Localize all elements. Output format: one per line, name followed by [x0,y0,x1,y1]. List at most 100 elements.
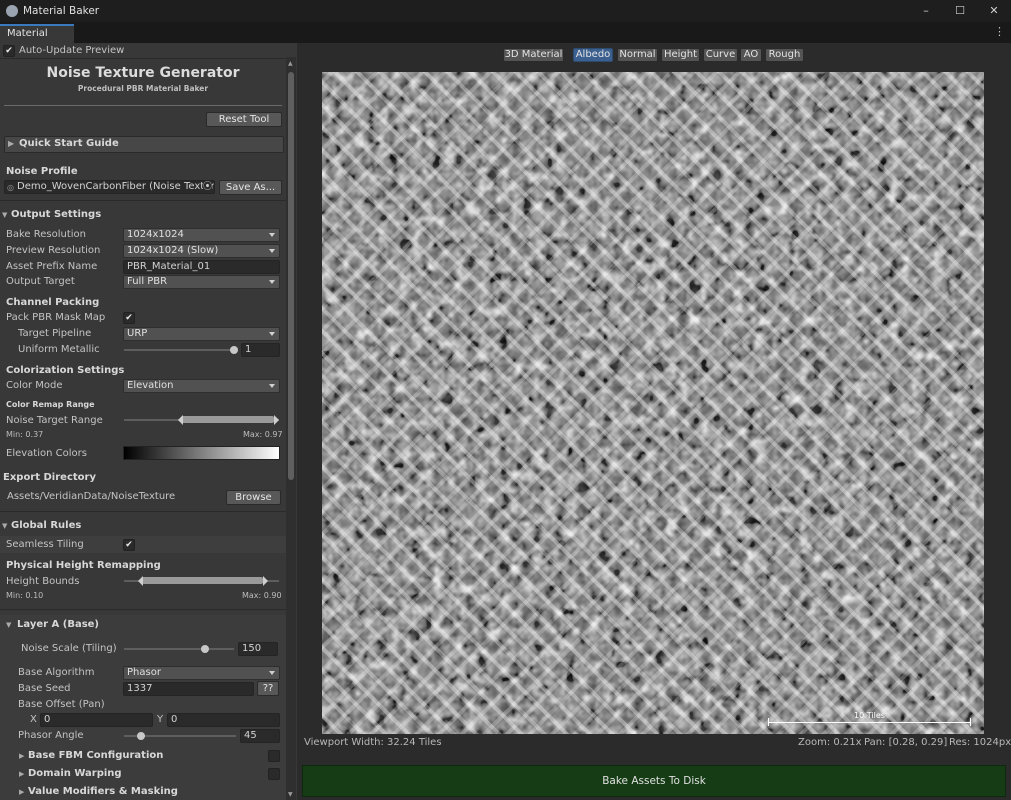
layer-a-heading[interactable]: Layer A (Base) [17,619,99,630]
value-modifiers-foldout[interactable]: Value Modifiers & Masking [28,786,178,797]
phasor-angle-handle[interactable] [137,732,145,740]
tab-3d-material[interactable]: 3D Material [503,48,564,62]
save-as-button[interactable]: Save As... [219,180,282,195]
range-max-handle-icon[interactable] [274,415,279,425]
chevron-down-icon [269,332,275,336]
quick-start-label: Quick Start Guide [19,138,119,149]
noise-scale-slider[interactable] [124,648,234,650]
tab-albedo[interactable]: Albedo [573,48,613,62]
maximize-icon[interactable]: ☐ [943,0,977,22]
app-icon [6,5,18,17]
uniform-metallic-slider[interactable] [124,349,234,351]
noise-profile-field[interactable]: ◎ Demo_WovenCarbonFiber (Noise Texture ⦿ [4,180,215,194]
offset-y-label: Y [157,714,164,725]
collapse-arrow-icon[interactable]: ▼ [2,211,7,219]
more-options-icon[interactable]: ⋮ [994,25,1005,38]
texture-preview[interactable]: 10 Tiles [322,72,984,734]
quick-start-foldout[interactable]: ▶ Quick Start Guide [4,136,284,153]
close-icon[interactable]: ✕ [977,0,1011,22]
color-mode-dropdown[interactable]: Elevation [123,379,280,393]
target-pipeline-label: Target Pipeline [18,328,92,339]
noise-range-fill[interactable] [181,416,274,423]
auto-update-label: Auto-Update Preview [19,45,125,56]
offset-y-input[interactable]: 0 [167,713,280,727]
global-rules-heading[interactable]: Global Rules [11,520,81,531]
export-path-text: Assets/VeridianData/NoiseTexture [7,491,176,502]
tab-material-baker[interactable]: Material Baker [0,24,74,55]
noise-scale-label: Noise Scale (Tiling) [21,643,117,654]
preview-resolution-value: 1024x1024 (Slow) [127,245,219,256]
domain-warping-toggle[interactable] [268,768,280,780]
browse-button[interactable]: Browse [226,490,281,505]
page-subtitle: Procedural PBR Material Baker [77,84,209,93]
foldout-arrow-icon[interactable]: ▶ [19,752,24,760]
range-min-handle-icon[interactable] [178,415,183,425]
collapse-arrow-icon[interactable]: ▼ [6,621,11,629]
height-bounds-fill[interactable] [142,577,263,584]
range-min-handle-icon[interactable] [138,576,143,586]
preview-resolution-dropdown[interactable]: 1024x1024 (Slow) [123,244,280,258]
bake-resolution-value: 1024x1024 [127,229,184,240]
collapse-arrow-icon[interactable]: ▼ [2,522,7,530]
seamless-tiling-checkbox[interactable]: ✔ [123,539,135,551]
resolution-text: Res: 1024px [949,737,1011,748]
base-seed-label: Base Seed [18,683,71,694]
scale-bar [768,722,971,723]
fbm-foldout[interactable]: Base FBM Configuration [28,750,163,761]
title-bar: Material Baker – ☐ ✕ [0,0,1011,22]
tab-curve[interactable]: Curve [703,48,738,62]
scroll-down-icon[interactable]: ▼ [288,791,293,798]
phasor-angle-input[interactable]: 45 [240,729,280,743]
auto-update-checkbox[interactable]: ✔ [3,45,15,57]
object-picker-icon[interactable]: ⦿ [202,181,212,193]
asset-prefix-label: Asset Prefix Name [6,261,98,272]
preview-resolution-label: Preview Resolution [6,245,101,256]
pan-text: Pan: [0.28, 0.29] [864,737,948,748]
bake-assets-button[interactable]: Bake Assets To Disk [302,765,1006,797]
tab-height[interactable]: Height [661,48,700,62]
output-settings-heading[interactable]: Output Settings [11,209,101,220]
base-algorithm-dropdown[interactable]: Phasor [123,666,280,680]
offset-x-input[interactable]: 0 [40,713,153,727]
base-algorithm-value: Phasor [127,667,161,678]
bake-resolution-dropdown[interactable]: 1024x1024 [123,228,280,242]
domain-warping-foldout[interactable]: Domain Warping [28,768,122,779]
offset-x-label: X [30,714,37,725]
inspector-scroll-thumb[interactable] [288,72,294,480]
asset-prefix-input[interactable]: PBR_Material_01 [123,260,280,274]
randomize-seed-button[interactable]: ?? [257,681,279,696]
reset-tool-button[interactable]: Reset Tool [206,112,282,127]
fbm-toggle[interactable] [268,750,280,762]
uniform-metallic-input[interactable]: 1 [241,343,280,357]
uniform-metallic-label: Uniform Metallic [18,344,100,355]
channel-packing-heading: Channel Packing [6,297,100,308]
color-remap-heading: Color Remap Range [6,400,95,409]
noise-profile-heading: Noise Profile [6,166,78,177]
uniform-metallic-handle[interactable] [230,346,238,354]
noise-scale-input[interactable]: 150 [238,642,278,656]
scale-bar-label: 10 Tiles [854,711,885,720]
tab-rough[interactable]: Rough [765,48,804,62]
height-bounds-min-text: Min: 0.10 [6,591,44,600]
tab-ao[interactable]: AO [740,48,762,62]
target-pipeline-dropdown[interactable]: URP [123,327,280,341]
foldout-arrow-icon[interactable]: ▶ [19,788,24,796]
base-seed-input[interactable]: 1337 [123,682,254,696]
chevron-down-icon [269,249,275,253]
elevation-gradient-field[interactable] [123,446,280,460]
scroll-up-icon[interactable]: ▲ [288,60,293,67]
base-algorithm-label: Base Algorithm [18,667,95,678]
export-directory-heading: Export Directory [3,472,96,483]
chevron-down-icon [269,233,275,237]
output-target-dropdown[interactable]: Full PBR [123,275,280,289]
foldout-arrow-icon[interactable]: ▶ [19,770,24,778]
page-title: Noise Texture Generator [46,65,240,81]
range-max-handle-icon[interactable] [263,576,268,586]
height-bounds-label: Height Bounds [6,576,80,587]
noise-range-min-text: Min: 0.37 [6,430,44,439]
pack-mask-checkbox[interactable]: ✔ [123,312,135,324]
inspector-panel: ✔ Auto-Update Preview Noise Texture Gene… [0,43,297,800]
tab-normal[interactable]: Normal [617,48,658,62]
noise-scale-handle[interactable] [201,645,209,653]
minimize-icon[interactable]: – [909,0,943,22]
